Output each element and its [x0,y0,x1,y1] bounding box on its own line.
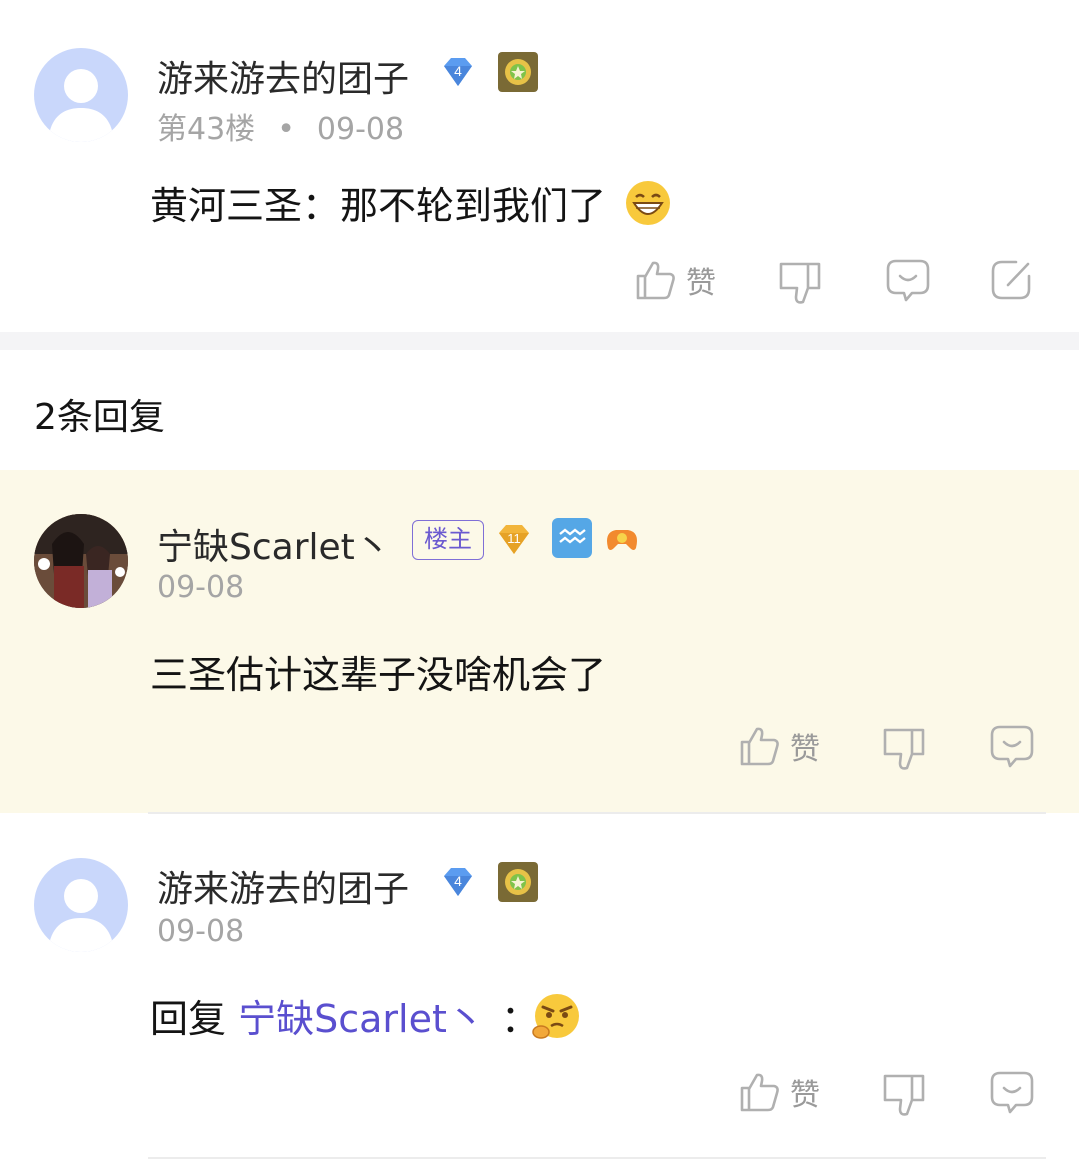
comment-icon [886,259,930,302]
dislike-button[interactable] [778,260,822,306]
reply-date: 09-08 [157,914,245,949]
svg-text:11: 11 [507,531,521,546]
level-badge-icon: 4 [438,863,478,903]
post-content: 黄河三圣：那不轮到我们了 [150,175,672,230]
level-badge-icon: 4 [438,53,478,93]
edit-icon [991,260,1031,300]
reply-to-user-link[interactable]: 宁缺Scarlet丶 [238,997,485,1041]
host-tag: 楼主 [412,520,484,560]
meta-separator: • [277,112,295,147]
comment-icon [990,1071,1034,1114]
thumbs-down-icon [779,262,821,304]
like-label: 赞 [686,266,716,301]
grin-emoji-icon [626,181,671,225]
replies-count-header: 2条回复 [34,397,165,438]
floor-number: 第43楼 [157,112,256,147]
username[interactable]: 游来游去的团子 [157,860,409,912]
dislike-button[interactable] [882,726,926,772]
comment-button[interactable] [990,1070,1034,1116]
medal-badge-icon [498,52,538,92]
svg-text:4: 4 [454,63,462,79]
like-button[interactable]: 赞 [738,724,820,768]
aquarius-badge-icon [552,518,592,558]
username[interactable]: 宁缺Scarlet丶 [157,518,391,570]
level-badge-icon: 11 [494,520,534,560]
avatar[interactable] [34,858,128,952]
dislike-button[interactable] [882,1072,926,1118]
reply-content: 三圣估计这辈子没啥机会了 [150,653,607,697]
svg-text:4: 4 [454,873,462,889]
thinking-angry-emoji-icon [532,994,579,1039]
username[interactable]: 游来游去的团子 [157,50,409,102]
post-meta: 第43楼 • 09-08 [157,104,404,148]
like-button[interactable]: 赞 [634,258,716,302]
edit-button[interactable] [990,258,1034,302]
main-post: 游来游去的团子 4 第43楼 • 09-08 黄河三圣：那不轮到我们了 赞 [0,0,1079,332]
divider [148,1157,1046,1159]
like-label: 赞 [790,1078,820,1113]
medal-badge-icon [498,862,538,902]
avatar[interactable] [34,48,128,142]
reply-content: 回复 宁缺Scarlet丶 ： [150,988,581,1043]
reply-prefix: 回复 [150,997,227,1041]
reply-item: 游来游去的团子 4 09-08 回复 宁缺Scarlet丶 ： 赞 [0,814,1079,1158]
section-divider [0,332,1079,350]
like-label: 赞 [790,732,820,767]
thumbs-down-icon [883,728,925,770]
default-avatar-icon [48,69,114,142]
thumbs-up-icon [740,727,779,766]
comment-button[interactable] [886,258,930,304]
like-button[interactable]: 赞 [738,1070,820,1114]
post-date: 09-08 [316,112,405,147]
comment-icon [990,725,1034,768]
thumbs-up-icon [636,261,675,300]
avatar[interactable] [34,514,128,608]
game-badge-icon [602,518,642,558]
post-text: 黄河三圣：那不轮到我们了 [150,184,607,228]
reply-date: 09-08 [157,570,245,605]
user-avatar-image [34,514,128,608]
default-avatar-icon [48,879,114,952]
reply-item: 宁缺Scarlet丶 楼主 11 09-08 三圣估计这辈子没啥机会了 赞 [0,470,1079,813]
thumbs-up-icon [740,1073,779,1112]
thumbs-down-icon [883,1074,925,1116]
comment-button[interactable] [990,724,1034,770]
